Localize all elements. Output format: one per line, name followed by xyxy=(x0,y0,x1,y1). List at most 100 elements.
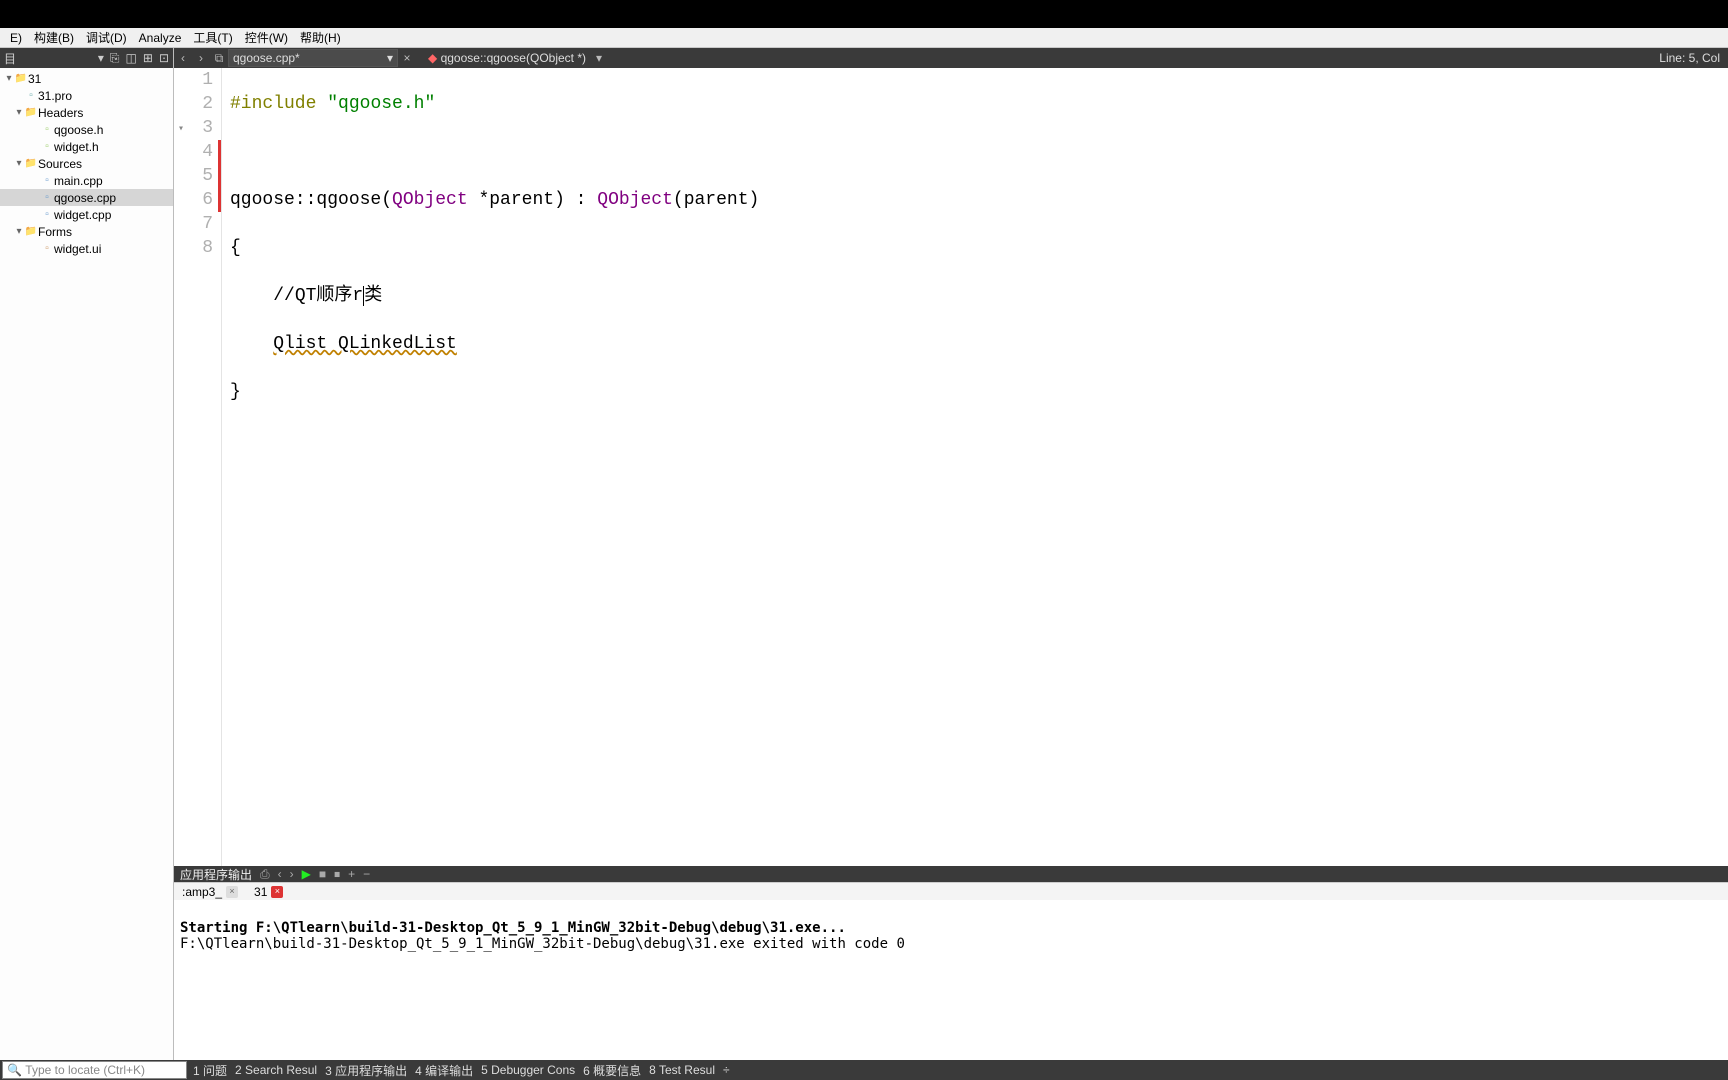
status-summary[interactable]: 6 概要信息 xyxy=(579,1062,645,1079)
comment: 类 xyxy=(364,286,382,306)
line-number-gutter: 1 2 3 ▾ 4 5 6 7 8 xyxy=(174,68,222,866)
menu-file-trunc[interactable]: E) xyxy=(4,29,28,47)
tree-main-cpp[interactable]: main.cpp xyxy=(0,172,173,189)
output-line: Starting F:\QTlearn\build-31-Desktop_Qt_… xyxy=(180,920,846,936)
status-debugger[interactable]: 5 Debugger Cons xyxy=(477,1063,579,1077)
fold-icon[interactable]: ▾ xyxy=(178,118,184,142)
status-compile[interactable]: 4 编译输出 xyxy=(411,1062,477,1079)
status-app-output[interactable]: 3 应用程序输出 xyxy=(321,1062,411,1079)
tree-qgoose-cpp[interactable]: qgoose.cpp xyxy=(0,189,173,206)
menu-build[interactable]: 构建(B) xyxy=(28,27,80,48)
folder-icon xyxy=(24,158,38,169)
line-number: 8 xyxy=(174,236,213,260)
output-console[interactable]: Starting F:\QTlearn\build-31-Desktop_Qt_… xyxy=(174,900,1728,1060)
tree-label: Forms xyxy=(38,225,72,239)
tree-label: Headers xyxy=(38,106,83,120)
cpp-file-icon xyxy=(40,209,54,220)
prev-output-icon[interactable]: ‹ xyxy=(278,867,282,881)
sidebar-toolbar: 目 ▾ ⎘ ◫ ⊞ ⊡ xyxy=(0,48,173,68)
editor-toolbar: ‹ › ⧉ qgoose.cpp* ▾ × ◆ qgoose::qgoose(Q… xyxy=(174,48,1728,68)
code-editor[interactable]: 1 2 3 ▾ 4 5 6 7 8 #include "qgoose.h" qg… xyxy=(174,68,1728,866)
close-tab-icon[interactable]: × xyxy=(271,886,283,898)
split-icon[interactable]: ⊡ xyxy=(159,51,169,65)
string-literal: "qgoose.h" xyxy=(327,94,435,114)
output-tab-31[interactable]: 31 × xyxy=(246,885,291,899)
code-text: *parent) : xyxy=(468,190,598,210)
stop-all-icon[interactable]: ⏹ xyxy=(334,867,340,882)
tree-forms[interactable]: ▾Forms xyxy=(0,223,173,240)
line-number: 1 xyxy=(174,68,213,92)
dropdown-icon[interactable]: ▾ xyxy=(98,51,104,65)
cpp-file-icon xyxy=(40,175,54,186)
expand-icon[interactable]: ⊞ xyxy=(143,51,153,65)
output-settings-icon[interactable]: ⎙ xyxy=(260,867,270,882)
output-panel-header: 应用程序输出 ⎙ ‹ › ▶ ■ ⏹ + − xyxy=(174,866,1728,882)
tree-qgoose-h[interactable]: qgoose.h xyxy=(0,121,173,138)
tree-label: qgoose.h xyxy=(54,123,103,137)
status-issues[interactable]: 1 问题 xyxy=(189,1062,231,1079)
brace: } xyxy=(230,382,241,402)
project-tree: ▾31 31.pro ▾Headers qgoose.h widget.h ▾S… xyxy=(0,68,173,1060)
close-tab-icon[interactable]: × xyxy=(226,886,238,898)
chevron-down-icon[interactable]: ▾ xyxy=(590,51,608,65)
tree-headers[interactable]: ▾Headers xyxy=(0,104,173,121)
type-name: QObject xyxy=(597,190,673,210)
output-tab-amp3[interactable]: :amp3_ × xyxy=(174,885,246,899)
code-content[interactable]: #include "qgoose.h" qgoose::qgoose(QObje… xyxy=(222,68,759,866)
menu-tools[interactable]: 工具(T) xyxy=(187,27,238,48)
keyword: #include xyxy=(230,94,316,114)
run-icon[interactable]: ▶ xyxy=(302,867,311,881)
tree-widget-ui[interactable]: widget.ui xyxy=(0,240,173,257)
add-output-icon[interactable]: + xyxy=(348,867,355,881)
status-test[interactable]: 8 Test Resul xyxy=(645,1063,719,1077)
modified-line-marker xyxy=(218,188,221,212)
nav-back-icon[interactable]: ‹ xyxy=(174,51,192,65)
chevron-down-icon: ▾ xyxy=(387,51,393,65)
type-name: QObject xyxy=(392,190,468,210)
folder-icon xyxy=(24,107,38,118)
tree-label: widget.cpp xyxy=(54,208,111,222)
tree-pro-file[interactable]: 31.pro xyxy=(0,87,173,104)
brace: { xyxy=(230,238,241,258)
menu-debug[interactable]: 调试(D) xyxy=(80,27,133,48)
code-text: qgoose::qgoose( xyxy=(230,190,392,210)
tree-project[interactable]: ▾31 xyxy=(0,70,173,87)
tab-label: 31 xyxy=(254,885,267,899)
status-search[interactable]: 2 Search Resul xyxy=(231,1063,321,1077)
tab-label: :amp3_ xyxy=(182,885,222,899)
file-type-icon: ⧉ xyxy=(210,51,228,66)
status-more-icon[interactable]: ÷ xyxy=(719,1063,734,1077)
stop-icon[interactable]: ■ xyxy=(319,867,326,881)
tree-label: qgoose.cpp xyxy=(54,191,116,205)
tree-widget-cpp[interactable]: widget.cpp xyxy=(0,206,173,223)
locator-input[interactable]: 🔍 Type to locate (Ctrl+K) xyxy=(2,1061,187,1079)
project-selector[interactable]: 目 xyxy=(4,50,92,67)
tree-label: Sources xyxy=(38,157,82,171)
output-panel-title: 应用程序输出 xyxy=(180,866,252,883)
next-output-icon[interactable]: › xyxy=(290,867,294,881)
link-icon[interactable]: ◫ xyxy=(126,51,137,65)
cpp-file-icon xyxy=(40,192,54,203)
folder-icon xyxy=(24,226,38,237)
tree-widget-h[interactable]: widget.h xyxy=(0,138,173,155)
menu-bar: E) 构建(B) 调试(D) Analyze 工具(T) 控件(W) 帮助(H) xyxy=(0,28,1728,48)
warning-underline: Qlist QLinkedList xyxy=(273,334,457,354)
remove-output-icon[interactable]: − xyxy=(363,867,370,881)
nav-fwd-icon[interactable]: › xyxy=(192,51,210,65)
menu-analyze[interactable]: Analyze xyxy=(133,29,188,47)
cursor-position: Line: 5, Col xyxy=(1651,51,1728,65)
search-icon: 🔍 xyxy=(7,1063,22,1077)
menu-controls[interactable]: 控件(W) xyxy=(239,27,294,48)
file-icon xyxy=(24,90,38,101)
output-tabs: :amp3_ × 31 × xyxy=(174,882,1728,900)
header-file-icon xyxy=(40,124,54,135)
filter-icon[interactable]: ⎘ xyxy=(110,51,120,66)
tree-sources[interactable]: ▾Sources xyxy=(0,155,173,172)
symbol-dropdown[interactable]: ◆ qgoose::qgoose(QObject *) xyxy=(424,51,590,65)
output-line: F:\QTlearn\build-31-Desktop_Qt_5_9_1_Min… xyxy=(180,936,905,952)
line-number: 2 xyxy=(174,92,213,116)
close-file-icon[interactable]: × xyxy=(398,51,416,65)
menu-help[interactable]: 帮助(H) xyxy=(294,27,347,48)
current-file-name: qgoose.cpp* xyxy=(233,51,300,65)
open-file-dropdown[interactable]: qgoose.cpp* ▾ xyxy=(228,49,398,67)
